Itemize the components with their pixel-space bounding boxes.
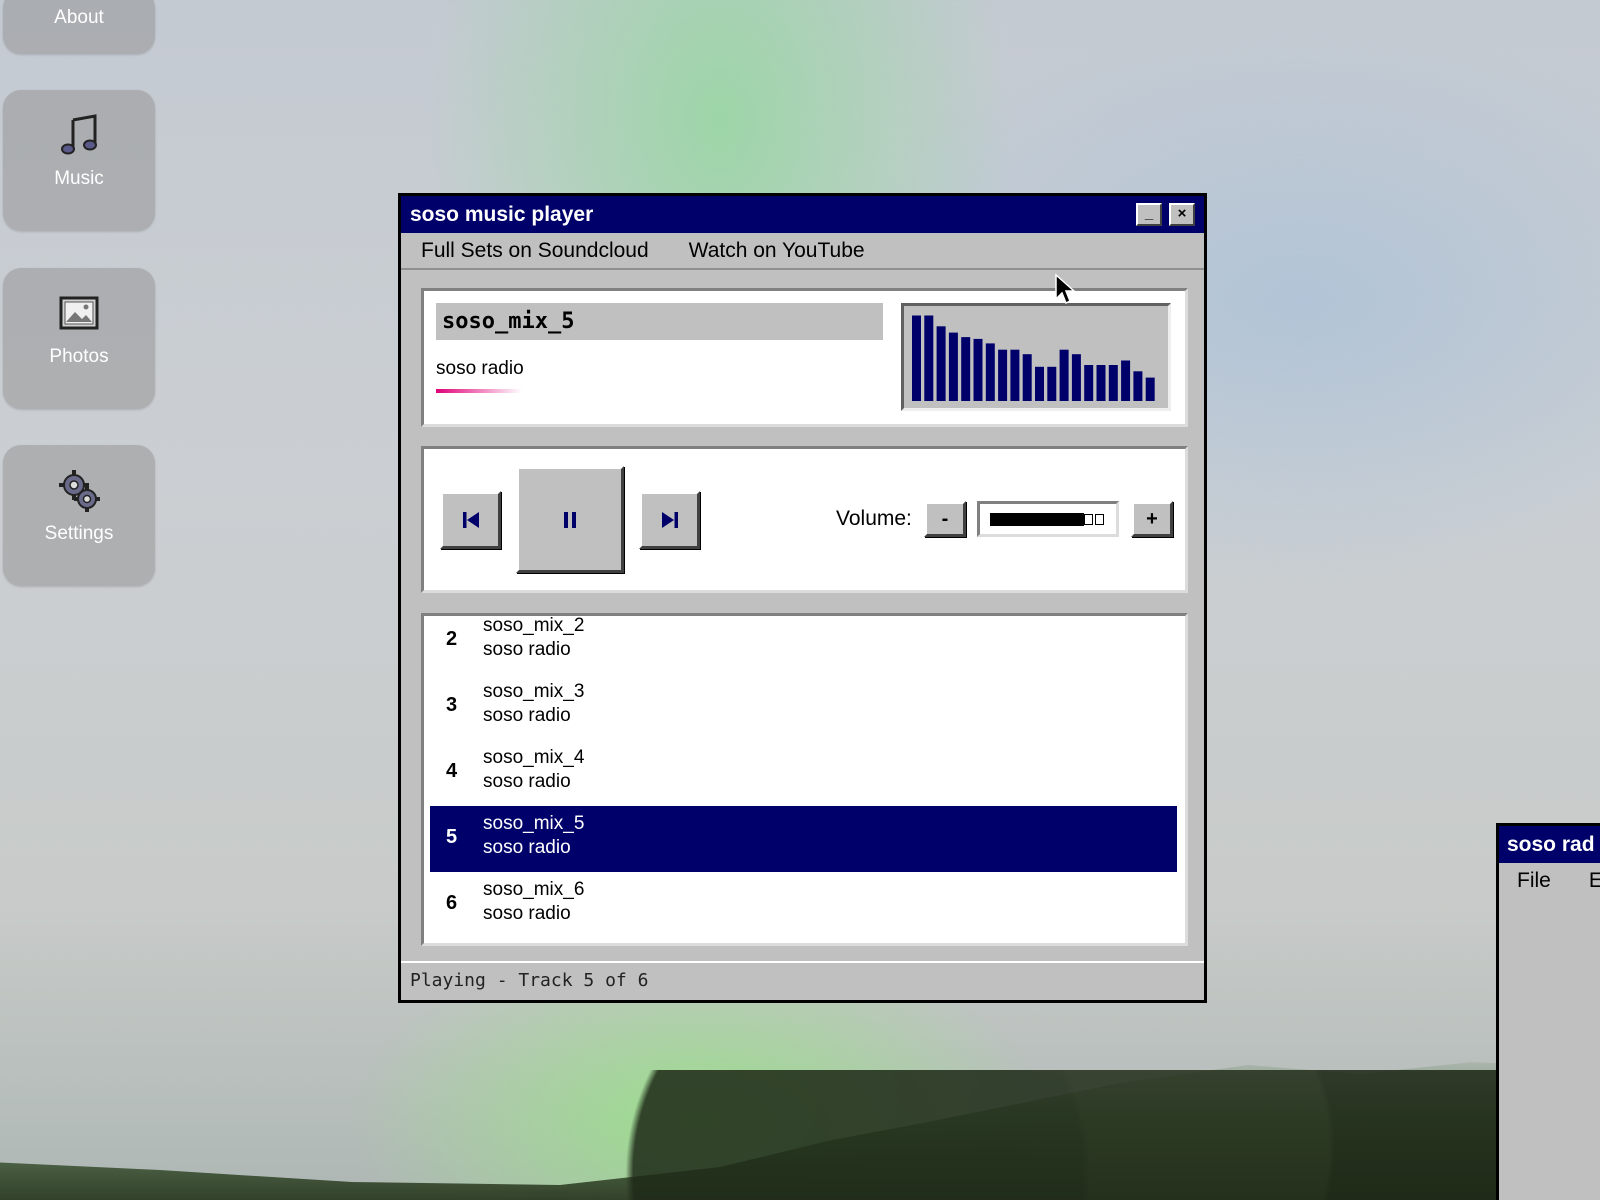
- photo-icon: [59, 296, 99, 330]
- mouse-cursor-icon: [1055, 273, 1076, 305]
- desktop-icon-photos[interactable]: Photos: [3, 268, 155, 409]
- track-number: 4: [446, 760, 458, 782]
- track-number: 5: [446, 826, 458, 848]
- menu-item-file[interactable]: File: [1499, 869, 1551, 893]
- desktop-icon-label: Music: [54, 168, 104, 189]
- window-titlebar[interactable]: soso music player _ ×: [401, 196, 1204, 233]
- visualizer-bar: [998, 349, 1008, 401]
- visualizer-bar: [1096, 365, 1106, 401]
- audio-visualizer: [901, 303, 1171, 411]
- now-playing-panel: soso_mix_5 soso radio: [421, 288, 1188, 427]
- track-artist: soso radio: [483, 705, 571, 726]
- menu-item-youtube[interactable]: Watch on YouTube: [669, 239, 885, 263]
- soso-radio-window: soso rad File E: [1496, 823, 1600, 1200]
- track-number: 2: [446, 628, 458, 650]
- visualizer-bar: [961, 337, 971, 401]
- previous-track-button[interactable]: [440, 491, 501, 549]
- playlist-item[interactable]: 4 soso_mix_4 soso radio: [430, 740, 1177, 806]
- volume-label: Volume:: [836, 507, 912, 530]
- status-bar: Playing - Track 5 of 6: [401, 961, 1204, 1000]
- volume-fill: [990, 513, 1085, 526]
- track-number: 3: [446, 694, 458, 716]
- pause-button[interactable]: [516, 466, 624, 573]
- playlist-item[interactable]: 6 soso_mix_6 soso radio: [430, 872, 1177, 938]
- visualizer-bar: [1133, 371, 1143, 401]
- playlist-item-active[interactable]: 5 soso_mix_5 soso radio: [430, 806, 1177, 872]
- skip-previous-icon: [462, 512, 479, 528]
- menubar: Full Sets on Soundcloud Watch on YouTube: [401, 233, 1204, 270]
- skip-next-icon: [661, 512, 678, 528]
- visualizer-bars: [912, 315, 1155, 401]
- track-artist: soso radio: [483, 837, 571, 858]
- visualizer-bar: [1010, 349, 1020, 401]
- visualizer-bar: [1084, 365, 1094, 401]
- visualizer-bar: [1035, 366, 1044, 401]
- track-artist: soso radio: [483, 771, 571, 792]
- track-title: soso_mix_4: [483, 747, 585, 768]
- background-shrubs: [540, 1070, 1600, 1200]
- menubar: File E: [1499, 863, 1600, 899]
- window-title: soso rad: [1507, 832, 1595, 856]
- playlist: 2 soso_mix_2 soso radio 3 soso_mix_3 sos…: [421, 613, 1188, 946]
- controls-panel: Volume: - +: [421, 446, 1188, 593]
- pause-icon: [564, 511, 576, 528]
- visualizer-bar: [948, 332, 958, 401]
- now-playing-artist: soso radio: [436, 358, 524, 379]
- next-track-button[interactable]: [639, 491, 700, 549]
- visualizer-bar: [912, 315, 921, 401]
- minimize-button[interactable]: _: [1136, 203, 1162, 226]
- visualizer-bar: [1059, 349, 1069, 401]
- volume-segment: [1095, 514, 1104, 525]
- window-title: soso music player: [410, 202, 594, 226]
- playlist-item[interactable]: 2 soso_mix_2 soso radio: [430, 615, 1177, 674]
- music-note-icon: [61, 114, 97, 155]
- playlist-item[interactable]: 3 soso_mix_3 soso radio: [430, 674, 1177, 740]
- close-icon: ×: [1177, 205, 1187, 222]
- visualizer-bar: [973, 338, 983, 401]
- track-title: soso_mix_2: [483, 615, 585, 636]
- desktop-icon-about[interactable]: About: [3, 0, 155, 54]
- desktop-icon-label: Settings: [44, 523, 114, 544]
- volume-segment: [1084, 514, 1093, 525]
- visualizer-bar: [1022, 354, 1032, 401]
- close-button[interactable]: ×: [1169, 203, 1195, 226]
- window-titlebar[interactable]: soso rad: [1499, 826, 1600, 863]
- track-artist: soso radio: [483, 903, 571, 924]
- desktop-icon-label: Photos: [49, 346, 109, 367]
- visualizer-bar: [985, 343, 995, 401]
- visualizer-bar: [1047, 366, 1057, 401]
- desktop-icon-settings[interactable]: Settings: [3, 445, 155, 586]
- volume-slider[interactable]: [977, 501, 1119, 537]
- visualizer-bar: [936, 326, 946, 401]
- visualizer-bar: [1071, 354, 1081, 401]
- track-artist: soso radio: [483, 639, 571, 660]
- track-title: soso_mix_6: [483, 879, 585, 900]
- now-playing-title: soso_mix_5: [436, 303, 883, 340]
- menu-item-e[interactable]: E: [1551, 869, 1600, 893]
- track-title: soso_mix_5: [483, 813, 585, 834]
- desktop-icon-label: About: [54, 7, 104, 28]
- gear-icon: [59, 470, 100, 512]
- track-title: soso_mix_3: [483, 681, 585, 702]
- desktop-icon-music[interactable]: Music: [3, 90, 155, 231]
- track-number: 6: [446, 892, 458, 914]
- visualizer-bar: [924, 315, 934, 401]
- visualizer-bar: [1121, 360, 1131, 401]
- visualizer-bar: [1108, 365, 1118, 401]
- visualizer-bar: [1145, 377, 1155, 401]
- volume-up-button[interactable]: +: [1131, 501, 1173, 537]
- music-player-window: soso music player _ × Full Sets on Sound…: [398, 193, 1207, 1003]
- progress-bar[interactable]: [436, 389, 522, 393]
- minimize-icon: _: [1144, 205, 1154, 222]
- volume-down-button[interactable]: -: [924, 501, 966, 537]
- menu-item-soundcloud[interactable]: Full Sets on Soundcloud: [401, 239, 669, 263]
